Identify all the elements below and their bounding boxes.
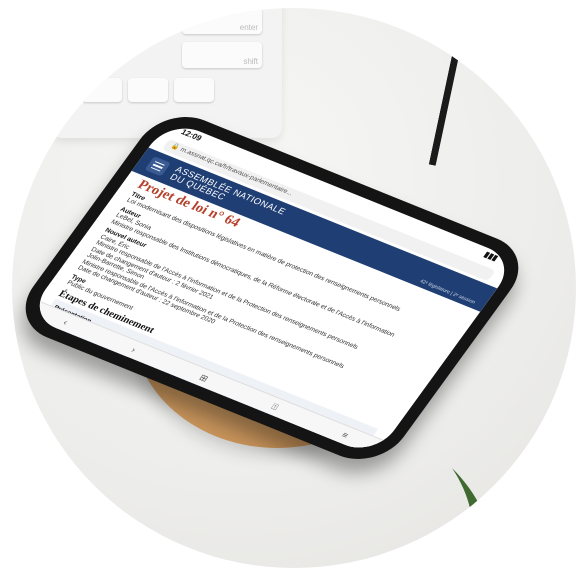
tabs-icon[interactable]: ⊞ bbox=[197, 372, 211, 384]
menu-icon[interactable]: ≡ bbox=[340, 430, 351, 440]
keyboard-key-shift: shift bbox=[182, 42, 262, 68]
share-icon[interactable]: ⍐ bbox=[269, 401, 281, 412]
keyboard-key-left bbox=[82, 78, 122, 102]
keyboard-key-enter: enter bbox=[182, 8, 262, 34]
charging-cable bbox=[428, 37, 477, 169]
back-icon[interactable]: ‹ bbox=[61, 317, 70, 326]
plant bbox=[452, 438, 576, 568]
photo-circle: enter shift 12:09 ▮▮▮ 🔒 m.assnat.qc.ca/f… bbox=[12, 8, 576, 568]
photo-stage: enter shift 12:09 ▮▮▮ 🔒 m.assnat.qc.ca/f… bbox=[0, 0, 584, 573]
keyboard-key-right bbox=[174, 78, 214, 102]
forward-icon[interactable]: › bbox=[129, 345, 138, 354]
keyboard-key-down bbox=[128, 78, 168, 102]
menu-button[interactable] bbox=[144, 156, 171, 177]
